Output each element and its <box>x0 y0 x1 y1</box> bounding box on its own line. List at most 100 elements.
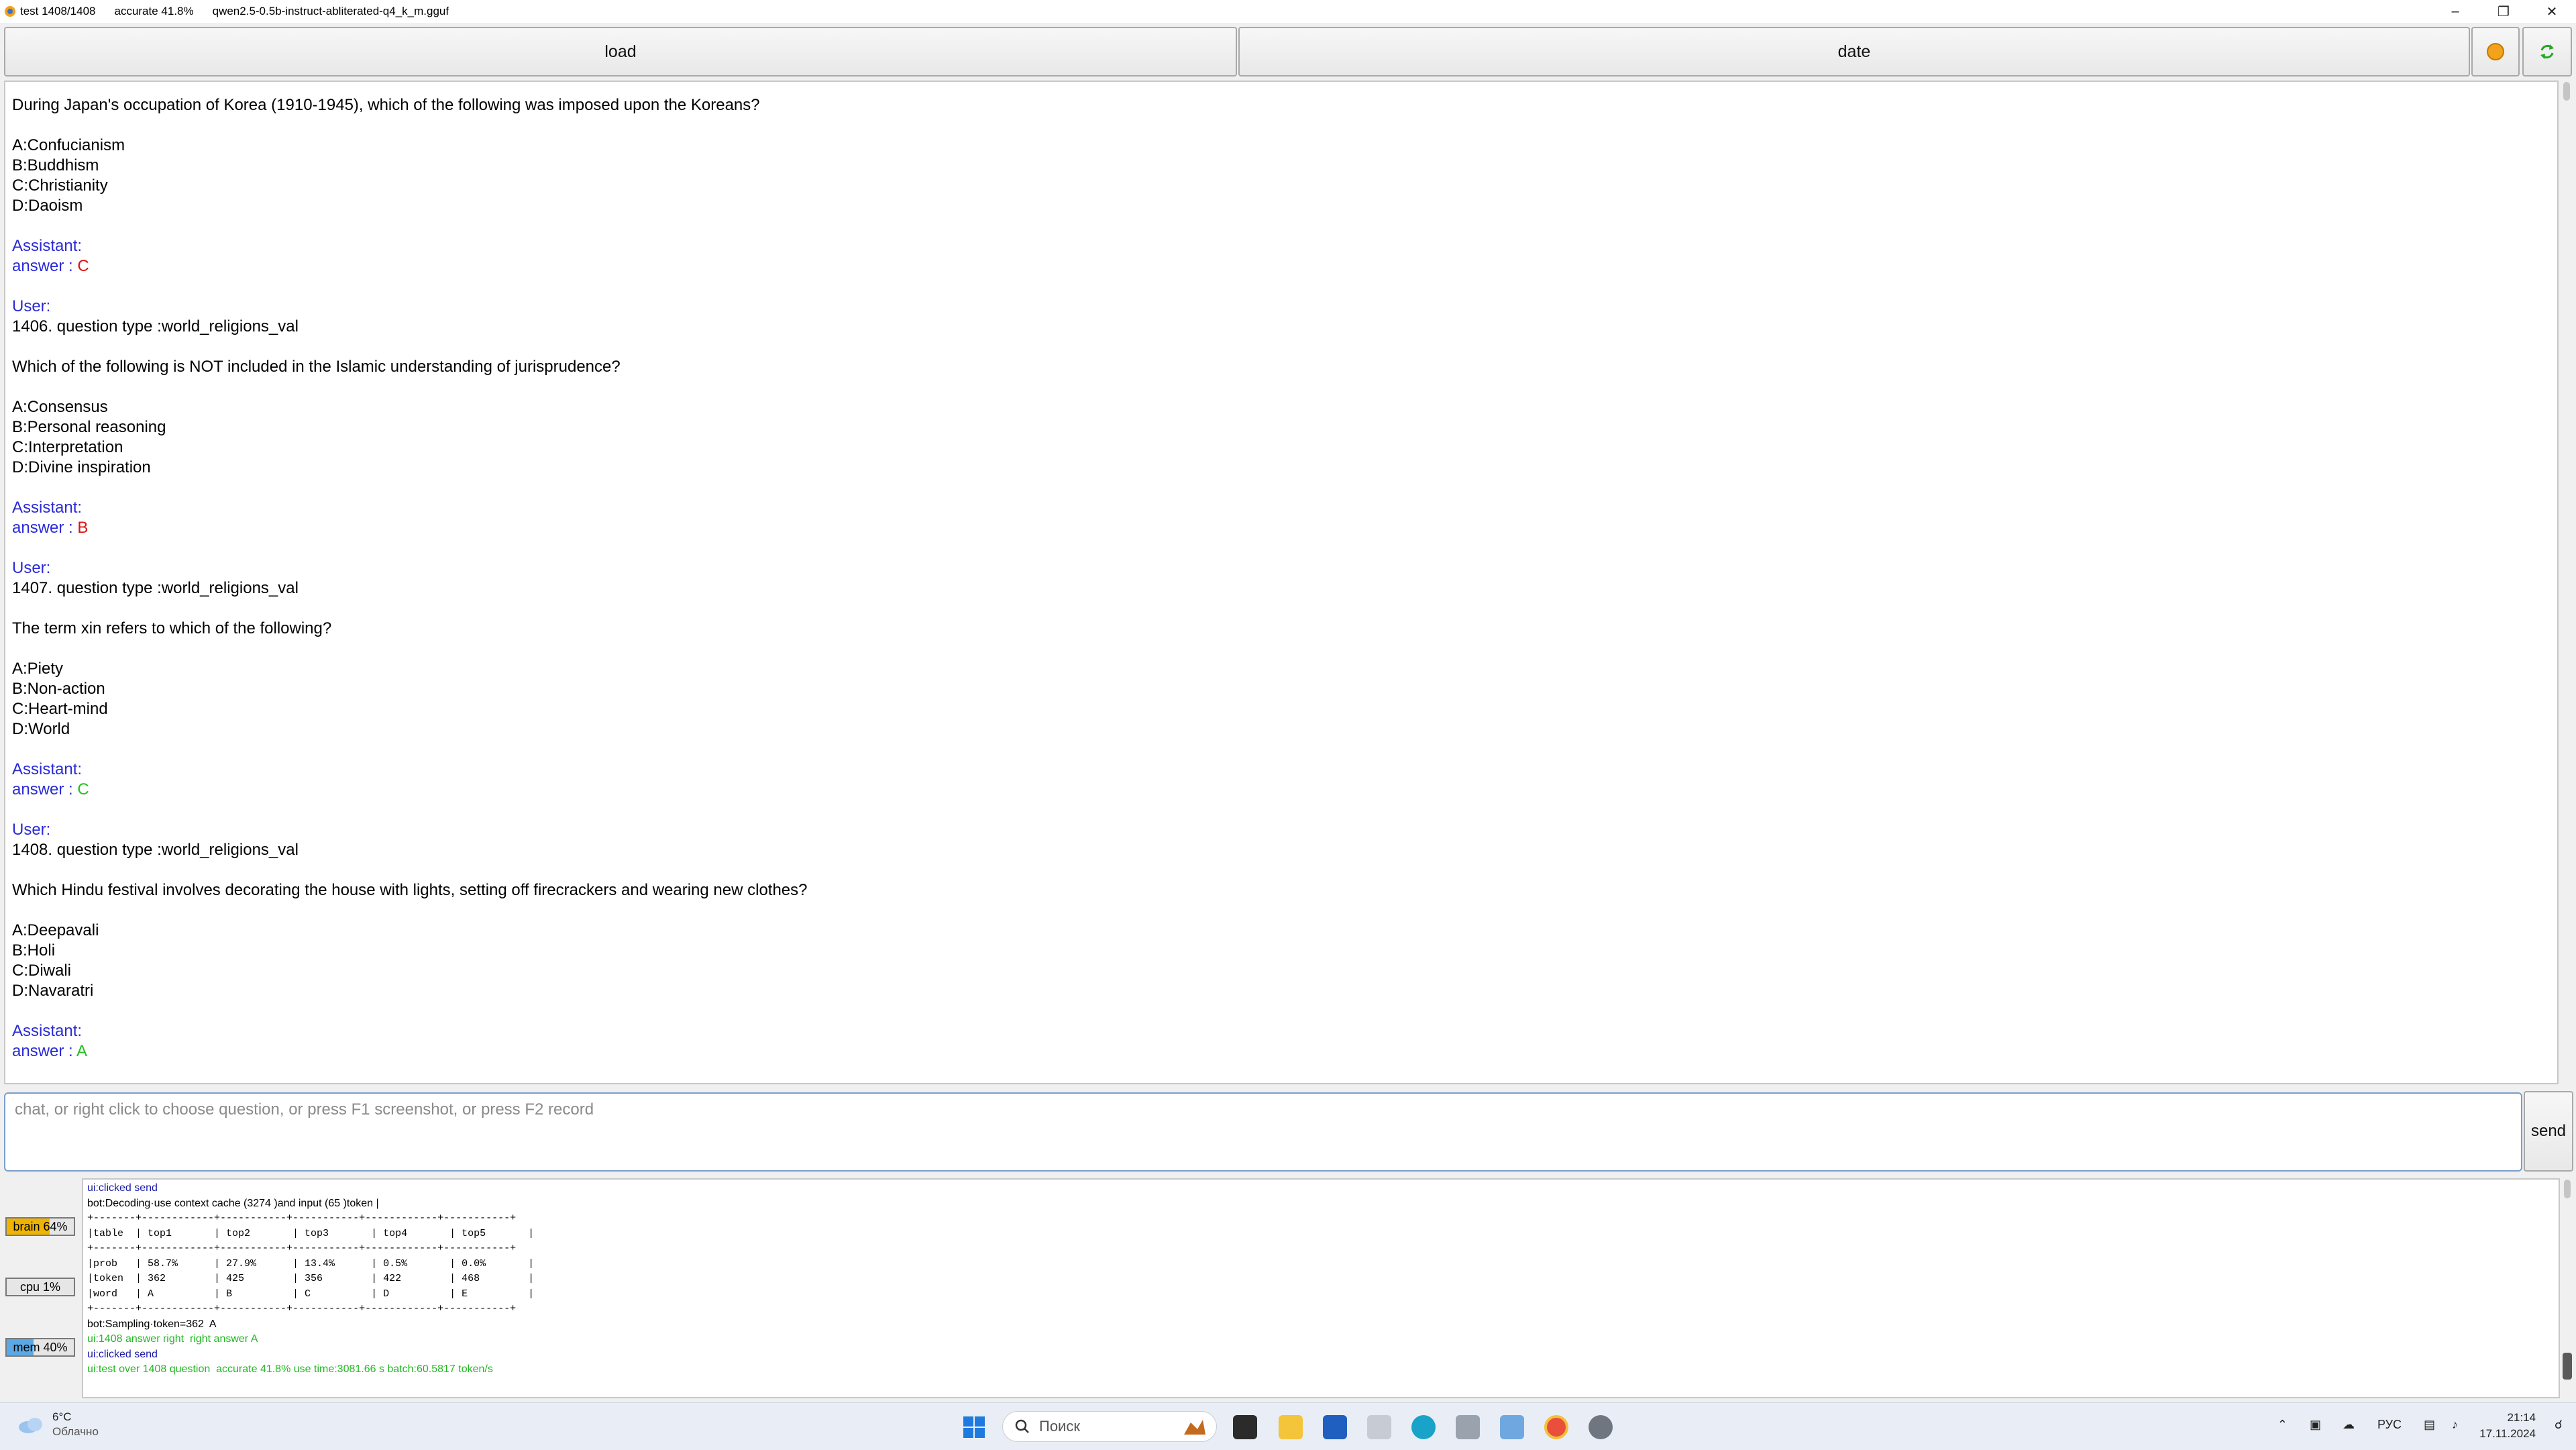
assistant-label: Assistant: <box>12 237 83 255</box>
question-header: 1407. question type :world_religions_val <box>12 579 299 597</box>
tool-app-icon[interactable] <box>1456 1415 1480 1439</box>
load-button[interactable]: load <box>4 27 1237 76</box>
answer-line: answer : C <box>12 780 89 798</box>
option-c: C:Diwali <box>12 962 72 980</box>
question-header: 1408. question type :world_religions_val <box>12 841 299 859</box>
chrome-icon[interactable] <box>1544 1415 1568 1439</box>
chat-text: During Japan's occupation of Korea (1910… <box>12 96 760 114</box>
log-table-separator: +-------+------------+-----------+------… <box>87 1243 517 1254</box>
window-controls: – ❐ ✕ <box>2431 0 2576 23</box>
title-bar: test 1408/1408 accurate 41.8% qwen2.5-0.… <box>0 0 2576 23</box>
option-a: A:Deepavali <box>12 921 99 939</box>
weather-temp: 6°C <box>52 1410 72 1423</box>
app-logo-icon <box>5 6 15 17</box>
test-progress-text: test 1408/1408 <box>20 5 96 17</box>
option-a: A:Confucianism <box>12 136 125 154</box>
volume-icon[interactable]: ♪ <box>2452 1418 2458 1432</box>
option-c: C:Interpretation <box>12 438 123 456</box>
date-button[interactable]: date <box>1238 27 2470 76</box>
user-label: User: <box>12 821 51 839</box>
option-b: B:Buddhism <box>12 156 99 174</box>
brain-meter-label: brain 64% <box>13 1220 68 1233</box>
log-table-separator: +-------+------------+-----------+------… <box>87 1303 517 1314</box>
search-icon <box>1015 1419 1029 1433</box>
clock[interactable]: 21:14 17.11.2024 <box>2479 1410 2536 1442</box>
mem-meter-label: mem 40% <box>13 1341 68 1354</box>
assistant-label: Assistant: <box>12 1022 83 1040</box>
clock-date: 17.11.2024 <box>2479 1427 2536 1440</box>
option-b: B:Non-action <box>12 680 105 698</box>
task-view-icon[interactable] <box>1233 1415 1257 1439</box>
chat-scrollbar[interactable] <box>2560 81 2573 1161</box>
minimize-icon[interactable]: – <box>2431 0 2479 23</box>
option-d: D:Divine inspiration <box>12 458 151 476</box>
chat-input[interactable] <box>4 1092 2522 1172</box>
log-line: ui:clicked send <box>87 1182 158 1194</box>
option-a: A:Consensus <box>12 398 108 416</box>
log-table-row: |word | A | B | C | D | E | <box>87 1288 535 1300</box>
user-label: User: <box>12 559 51 577</box>
question-text: The term xin refers to which of the foll… <box>12 619 332 637</box>
answer-value: B <box>77 519 89 537</box>
log-line: ui:test over 1408 question accurate 41.8… <box>87 1363 493 1375</box>
option-b: B:Holi <box>12 941 56 960</box>
photos-icon[interactable] <box>1500 1415 1524 1439</box>
brain-meter: brain 64% <box>5 1217 75 1236</box>
weather-widget[interactable]: 6°C Облачно <box>16 1410 99 1439</box>
file-explorer-icon[interactable] <box>1279 1415 1303 1439</box>
network-icon[interactable]: ▤ <box>2424 1418 2435 1432</box>
input-language[interactable]: РУС <box>2377 1418 2402 1432</box>
log-line: ui:1408 answer right right answer A <box>87 1333 258 1345</box>
option-d: D:Daoism <box>12 197 83 215</box>
tray-app-icon[interactable]: ▣ <box>2310 1418 2321 1432</box>
option-c: C:Heart-mind <box>12 700 108 718</box>
log-table-separator: +-------+------------+-----------+------… <box>87 1212 517 1224</box>
close-icon[interactable]: ✕ <box>2528 0 2576 23</box>
cpu-meter: cpu 1% <box>5 1278 75 1296</box>
accuracy-text: accurate 41.8% <box>114 5 194 17</box>
log-scroll-thumb[interactable] <box>2563 1353 2572 1380</box>
log-scrollbar[interactable] <box>2561 1178 2573 1398</box>
chevron-up-icon[interactable]: ⌃ <box>2277 1418 2288 1432</box>
cpu-meter-label: cpu 1% <box>19 1280 61 1294</box>
answer-line: answer : B <box>12 519 89 537</box>
chat-output[interactable]: During Japan's occupation of Korea (1910… <box>4 81 2559 1084</box>
taskbar-search[interactable]: Поиск <box>1002 1411 1217 1442</box>
assistant-label: Assistant: <box>12 760 83 778</box>
store-icon[interactable] <box>1323 1415 1347 1439</box>
log-output[interactable]: ui:clicked send bot:Decoding·use context… <box>82 1178 2560 1398</box>
answer-line: answer : A <box>12 1042 88 1060</box>
log-line: bot:Decoding·use context cache (3274 )an… <box>87 1197 379 1209</box>
windows-start-icon[interactable] <box>962 1415 986 1439</box>
clock-time: 21:14 <box>2507 1411 2536 1424</box>
mem-meter: mem 40% <box>5 1338 75 1357</box>
settings-gear-icon[interactable] <box>1589 1415 1613 1439</box>
weather-desc: Облачно <box>52 1425 99 1438</box>
model-name-text: qwen2.5-0.5b-instruct-abliterated-q4_k_m… <box>212 5 449 17</box>
log-line: ui:clicked send <box>87 1348 158 1360</box>
edge-browser-icon[interactable] <box>1411 1415 1436 1439</box>
search-placeholder: Поиск <box>1039 1418 1080 1435</box>
option-c: C:Christianity <box>12 176 108 195</box>
refresh-icon <box>2540 44 2554 59</box>
log-table-row: |token | 362 | 425 | 356 | 422 | 468 | <box>87 1273 535 1284</box>
answer-value: C <box>77 257 89 275</box>
question-header: 1406. question type :world_religions_val <box>12 317 299 335</box>
notification-bell-icon[interactable]: ☌ <box>2555 1418 2563 1432</box>
taskbar: 6°C Облачно Поиск ⌃ ▣ ☁ РУС ▤ ♪ 21:14 17… <box>0 1402 2576 1450</box>
option-b: B:Personal reasoning <box>12 418 166 436</box>
cloud-tray-icon[interactable]: ☁ <box>2343 1418 2355 1432</box>
app-icon[interactable] <box>1367 1415 1391 1439</box>
option-a: A:Piety <box>12 660 64 678</box>
status-button[interactable] <box>2471 27 2520 76</box>
log-line: bot:Sampling·token=362 A <box>87 1318 217 1330</box>
log-table-row: |prob | 58.7% | 27.9% | 13.4% | 0.5% | 0… <box>87 1257 535 1270</box>
answer-line: answer : C <box>12 257 89 275</box>
restore-icon[interactable]: ❐ <box>2479 0 2528 23</box>
answer-value: C <box>77 780 89 798</box>
cloud-icon <box>19 1418 42 1433</box>
refresh-button[interactable] <box>2522 27 2572 76</box>
option-d: D:World <box>12 720 70 738</box>
send-button[interactable]: send <box>2524 1091 2573 1172</box>
search-highlight-icon <box>1184 1420 1205 1435</box>
